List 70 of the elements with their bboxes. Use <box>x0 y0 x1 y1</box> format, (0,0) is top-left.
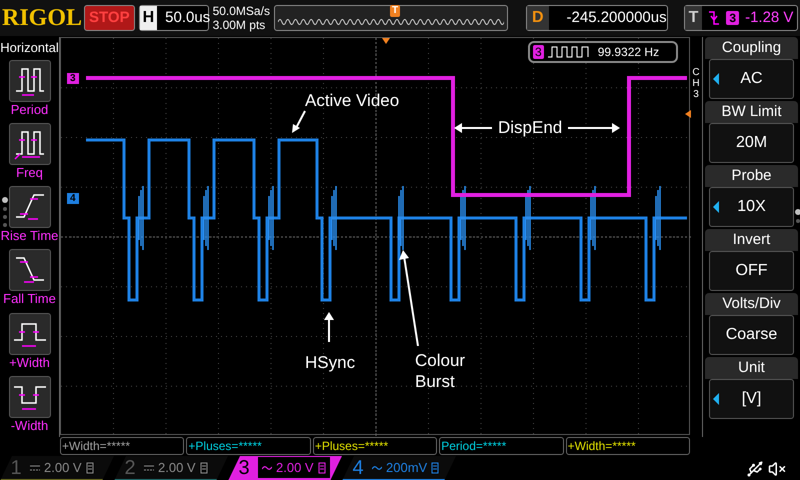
measure-button[interactable]: Fall Time <box>0 247 60 310</box>
falling-edge-icon <box>708 10 720 26</box>
square-wave-icon <box>548 46 590 58</box>
dc-coupling-icon <box>30 464 40 470</box>
left-caret-icon <box>713 393 719 405</box>
battery-icon <box>318 462 326 474</box>
option-label: Probe <box>705 165 798 187</box>
frequency-value: 99.9322 Hz <box>598 44 660 61</box>
channel-marker: 3 <box>67 73 79 84</box>
measurement-readout: +Width=***** <box>60 437 184 455</box>
dc-coupling-icon <box>144 464 154 470</box>
arrow <box>454 122 492 134</box>
channel-tab[interactable]: 4 200mV <box>342 456 456 480</box>
mute-icon <box>768 460 786 478</box>
waveform-preview-icon <box>278 16 504 28</box>
trigger-source: 3 <box>726 11 740 25</box>
left-caret-icon <box>713 201 719 213</box>
measurement-readout: +Pluses=***** <box>186 437 311 455</box>
trigger-position-marker: T <box>390 5 400 17</box>
channel-tab[interactable]: 1 2.00 V <box>0 456 114 480</box>
arrow <box>291 110 307 134</box>
channel-menu-title: CH3 <box>691 67 701 100</box>
channel-marker: 4 <box>67 193 79 204</box>
annotation-label: Active Video <box>305 91 400 110</box>
channel-tab[interactable]: 2 2.00 V <box>114 456 228 480</box>
option-value-button[interactable]: 20M <box>709 123 794 163</box>
battery-icon <box>200 462 208 474</box>
time-per-division: 50.0us <box>165 8 210 28</box>
option-value-button[interactable]: AC <box>709 59 794 99</box>
trigger-level: -1.28 V <box>745 8 794 28</box>
delay-label: D <box>526 6 549 30</box>
option-value-button[interactable]: Coarse <box>709 315 794 355</box>
trigger-position-icon <box>382 38 390 44</box>
measure-button[interactable]: Period <box>0 58 60 121</box>
measurement-readout: +Pluses=***** <box>312 437 438 455</box>
arrow <box>568 122 620 134</box>
trigger-level-icon <box>685 110 691 118</box>
delay-value: -245.200000us <box>566 8 667 28</box>
measure-button[interactable]: Rise Time <box>0 184 60 248</box>
memory-depth: 3.00M pts <box>212 18 266 32</box>
option-label: Invert <box>705 229 798 251</box>
menu-title: Horizontal <box>0 39 59 57</box>
option-label: Unit <box>705 357 798 379</box>
option-value-button[interactable]: [V] <box>709 379 794 419</box>
sample-rate: 50.0MSa/s <box>212 4 270 18</box>
arrow <box>323 312 336 342</box>
usb-icon <box>746 460 764 478</box>
option-label: BW Limit <box>705 101 798 123</box>
ac-coupling-icon <box>372 464 382 470</box>
measurement-readout: +Width=***** <box>566 437 690 455</box>
measure-button[interactable]: -Width <box>0 374 60 437</box>
option-label: Volts/Div <box>705 293 798 315</box>
annotation-label: DispEnd <box>498 117 562 139</box>
channel-badge: 3 <box>533 45 544 59</box>
horizontal-label: H <box>140 6 158 30</box>
annotation-label: Colour Burst <box>415 350 466 392</box>
option-value-button[interactable]: 10X <box>709 187 794 227</box>
option-label: Coupling <box>705 37 798 59</box>
channel-tab[interactable]: 3 2.00 V <box>228 456 342 480</box>
measurement-readout: Period=***** <box>439 437 564 455</box>
brand-logo: RIGOL <box>2 4 80 33</box>
battery-icon <box>86 462 94 474</box>
measure-button[interactable]: Freq <box>0 120 60 184</box>
measure-button[interactable]: +Width <box>0 310 60 374</box>
annotation-label: HSync <box>305 352 356 374</box>
ac-coupling-icon <box>262 464 272 470</box>
option-value-button[interactable]: OFF <box>709 251 794 291</box>
left-caret-icon <box>713 73 719 85</box>
trigger-label: T <box>684 6 702 30</box>
battery-icon <box>431 462 440 474</box>
